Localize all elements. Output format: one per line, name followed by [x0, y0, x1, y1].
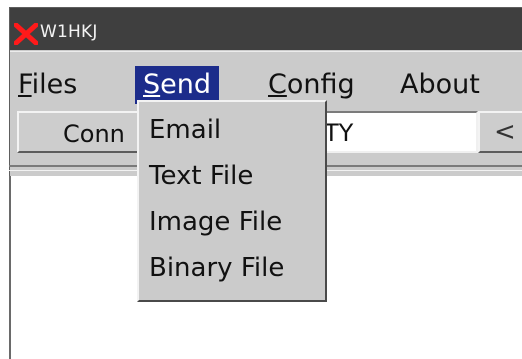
menu-files-label: iles: [31, 69, 78, 100]
menu-config[interactable]: Config: [260, 66, 363, 104]
menu-send[interactable]: Send: [135, 66, 220, 104]
x-icon[interactable]: [13, 22, 39, 46]
menu-item-email[interactable]: Email: [149, 112, 221, 148]
menu-item-text-file[interactable]: Text File: [149, 158, 253, 194]
arrow-left-button[interactable]: <: [478, 111, 522, 153]
menu-send-label: end: [160, 69, 212, 100]
title-bar[interactable]: W1HKJ: [10, 8, 522, 50]
menu-send-mnemonic: S: [143, 69, 161, 100]
menu-item-binary-file[interactable]: Binary File: [149, 250, 284, 286]
menu-about[interactable]: About: [392, 66, 488, 104]
menu-config-label: onfig: [286, 69, 355, 100]
menu-config-mnemonic: C: [268, 69, 287, 100]
menu-about-label: About: [400, 69, 480, 100]
menu-files-mnemonic: F: [18, 69, 32, 100]
send-dropdown-menu: Email Text File Image File Binary File: [137, 100, 327, 302]
menu-files[interactable]: Files: [10, 66, 85, 104]
menu-item-image-file[interactable]: Image File: [149, 204, 282, 240]
window-title: W1HKJ: [40, 22, 98, 42]
